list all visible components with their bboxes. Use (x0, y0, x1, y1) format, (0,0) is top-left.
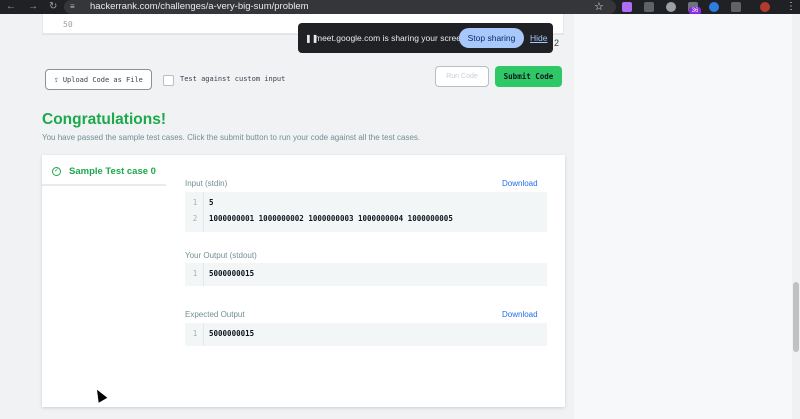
browser-menu-icon[interactable]: ⋮ (786, 0, 796, 13)
line-text: 5000000015 (209, 269, 255, 278)
run-code-button[interactable]: Run Code (435, 66, 489, 87)
extensions-puzzle-icon[interactable] (731, 2, 741, 12)
line-number: 1 (192, 329, 198, 338)
screen-share-message: meet.google.com is sharing your screen. (315, 33, 469, 43)
upload-icon: ⇪ (54, 75, 59, 84)
page-right-margin (574, 14, 792, 419)
result-subtitle: You have passed the sample test cases. C… (42, 133, 421, 142)
forward-icon[interactable]: → (28, 0, 38, 13)
browser-toolbar: ← → ↻ ≡ hackerrank.com/challenges/a-very… (0, 0, 800, 15)
editor-line-number: 50 (63, 20, 73, 29)
screen-share-notification: ❚❚ meet.google.com is sharing your scree… (298, 23, 553, 53)
back-icon[interactable]: ← (6, 0, 16, 13)
input-code-box: 1 5 2 1000000001 1000000002 1000000003 1… (185, 192, 547, 232)
input-download-link[interactable]: Download (502, 179, 538, 188)
result-title: Congratulations! (42, 111, 166, 128)
tab-sample-test-case-0[interactable]: ✓ Sample Test case 0 (42, 155, 166, 186)
line-number: 1 (192, 269, 198, 278)
scrollbar-thumb[interactable] (793, 282, 799, 352)
editor-footer-number: 2 (554, 38, 560, 48)
bookmark-star-icon[interactable]: ☆ (594, 0, 604, 14)
input-label: Input (stdin) (185, 179, 228, 188)
stop-sharing-button[interactable]: Stop sharing (459, 28, 524, 48)
upload-code-button[interactable]: ⇪ Upload Code as File (45, 69, 152, 90)
expected-output-label: Expected Output (185, 310, 245, 319)
profile-avatar[interactable] (760, 2, 770, 12)
address-bar[interactable]: ≡ hackerrank.com/challenges/a-very-big-s… (64, 0, 616, 14)
check-circle-icon: ✓ (52, 167, 61, 176)
extension-icon-3[interactable] (666, 2, 676, 12)
code-gutter (203, 263, 204, 286)
hide-link[interactable]: Hide (530, 23, 547, 53)
expected-download-link[interactable]: Download (502, 310, 538, 319)
output-code-box: 1 5000000015 (185, 263, 547, 286)
reload-icon[interactable]: ↻ (49, 0, 57, 13)
custom-input-checkbox[interactable] (163, 75, 174, 86)
expected-code-box: 1 5000000015 (185, 323, 547, 346)
code-gutter (203, 192, 204, 232)
line-number: 2 (192, 214, 198, 223)
line-number: 1 (192, 198, 198, 207)
submit-code-button[interactable]: Submit Code (495, 66, 562, 87)
output-label: Your Output (stdout) (185, 251, 257, 260)
site-info-icon[interactable]: ≡ (70, 2, 80, 12)
extension-icon-5[interactable] (709, 2, 719, 12)
extension-icon-2[interactable] (644, 2, 654, 12)
code-gutter (203, 323, 204, 346)
upload-label: Upload Code as File (62, 76, 143, 84)
scrollbar-track[interactable] (792, 14, 800, 419)
url-text[interactable]: hackerrank.com/challenges/a-very-big-sum… (90, 0, 309, 14)
tab-label: Sample Test case 0 (69, 166, 156, 177)
custom-input-label[interactable]: Test against custom input (180, 75, 285, 83)
line-text: 5000000015 (209, 329, 255, 338)
extension-icon-1[interactable] (622, 2, 632, 12)
line-text: 5 (209, 198, 214, 207)
line-text: 1000000001 1000000002 1000000003 1000000… (209, 214, 453, 223)
